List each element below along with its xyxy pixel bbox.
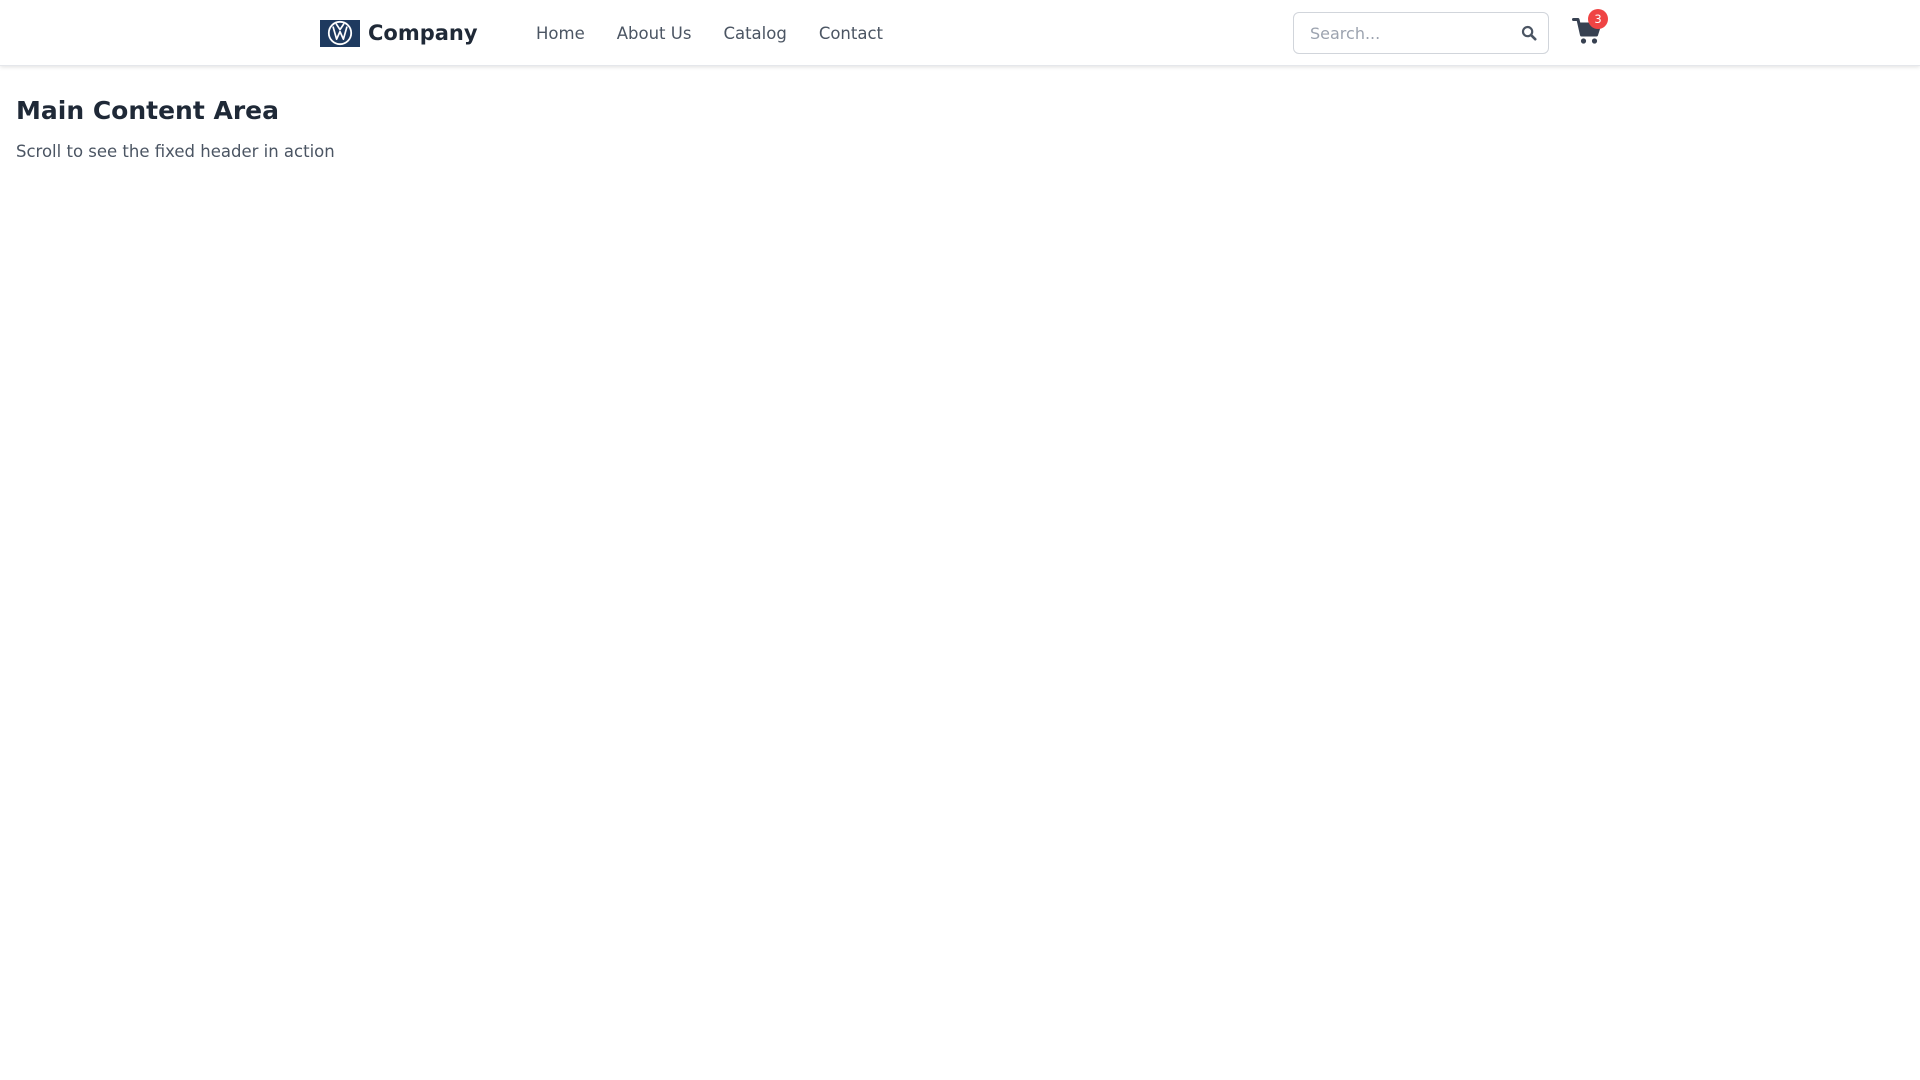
- header-container: Company Home About Us Catalog Contact Se…: [0, 0, 1920, 66]
- brand-name: Company: [368, 21, 478, 45]
- page-title: Main Content Area: [16, 96, 280, 125]
- nav-link-contact[interactable]: Contact: [819, 24, 883, 43]
- main-nav: Home About Us Catalog Contact: [536, 0, 883, 66]
- page-subtitle: Scroll to see the fixed header in action: [16, 142, 335, 161]
- search-icon: [1521, 25, 1537, 41]
- nav-link-catalog[interactable]: Catalog: [723, 24, 786, 43]
- main-content: Main Content Area Scroll to see the fixe…: [16, 94, 1896, 164]
- brand-home-link[interactable]: Company: [320, 0, 478, 66]
- nav-link-about-us[interactable]: About Us: [617, 24, 692, 43]
- cart-count-badge: 3: [1588, 9, 1608, 29]
- search-box: [1293, 12, 1549, 54]
- site-header: Company Home About Us Catalog Contact Se…: [0, 0, 1920, 66]
- nav-link-home[interactable]: Home: [536, 24, 585, 43]
- vw-logo-icon: [320, 19, 360, 47]
- search-input[interactable]: [1293, 12, 1549, 54]
- search-button[interactable]: [1519, 23, 1539, 43]
